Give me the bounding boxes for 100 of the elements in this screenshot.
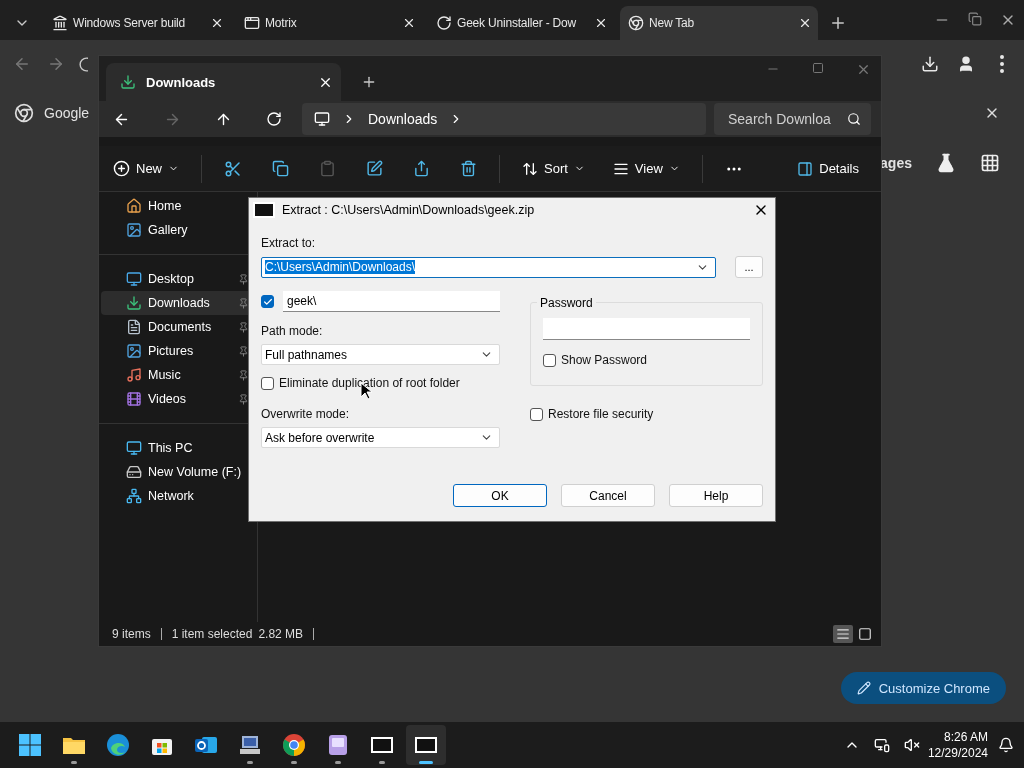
browser-logo-icon: [282, 733, 306, 757]
details-button[interactable]: Details: [797, 153, 859, 184]
taskbar-app-button[interactable]: [406, 725, 446, 765]
overwrite-mode-dropdown[interactable]: Ask before overwrite: [261, 427, 500, 448]
selection-size: 2.82 MB: [258, 627, 304, 641]
browser-tab[interactable]: Motrix: [236, 6, 422, 40]
clock-time[interactable]: 8:26 AM: [943, 729, 988, 745]
square-icon: [858, 627, 872, 641]
sidebar-item[interactable]: Music: [101, 363, 255, 387]
bookmark-label[interactable]: Google: [44, 105, 90, 121]
sidebar-item[interactable]: Network: [101, 484, 255, 508]
download-icon: [921, 55, 939, 73]
music-icon: [126, 367, 142, 383]
tab-title: Geek Uninstaller - Dow: [457, 16, 577, 30]
close-icon[interactable]: [594, 16, 608, 30]
item-count: 9 items: [112, 627, 151, 641]
view-button[interactable]: View: [612, 153, 680, 184]
plus-circle-icon: [113, 160, 130, 177]
app-icon: [326, 733, 350, 757]
checkbox[interactable]: [530, 407, 543, 421]
sidebar-item[interactable]: Home: [101, 194, 255, 218]
menu-icon: [1000, 55, 1004, 73]
checkbox[interactable]: [261, 376, 274, 390]
password-field[interactable]: [543, 318, 750, 340]
sidebar-item[interactable]: New Volume (F:): [101, 460, 255, 484]
dialog-title: Extract : C:\Users\Admin\Downloads\geek.zip: [282, 203, 536, 217]
checkbox-label: Eliminate duplication of root folder: [279, 376, 460, 390]
sidebar-item[interactable]: Pictures: [101, 339, 255, 363]
close-icon[interactable]: [798, 16, 812, 30]
checkbox[interactable]: [261, 295, 274, 308]
browse-button[interactable]: ...: [735, 256, 763, 278]
tab-title: Windows Server build: [73, 16, 187, 30]
search-icon: [847, 112, 861, 126]
download-icon: [120, 74, 136, 90]
notification-bell-icon[interactable]: [998, 737, 1014, 753]
explorer-tab[interactable]: Downloads: [106, 63, 341, 101]
image-icon: [126, 343, 142, 359]
group-label: Password: [537, 296, 596, 310]
chrome-icon: [628, 15, 644, 31]
monitor-icon: [126, 440, 142, 456]
restore-icon[interactable]: [968, 12, 982, 26]
dialog-button[interactable]: OK: [453, 484, 547, 507]
dialog-button[interactable]: Help: [669, 484, 763, 507]
copy-button[interactable]: [272, 160, 289, 177]
drive-icon: [126, 464, 142, 480]
sidebar-item[interactable]: Documents: [101, 315, 255, 339]
images-link[interactable]: ages: [880, 155, 912, 171]
apps-grid-icon[interactable]: [980, 153, 1000, 173]
checkbox-label: Show Password: [561, 353, 648, 367]
rename-button[interactable]: [366, 160, 383, 177]
sidebar-item[interactable]: Desktop: [101, 267, 255, 291]
sidebar-item[interactable]: This PC: [101, 436, 255, 460]
sidebar-item[interactable]: Gallery: [101, 218, 255, 242]
download-icon: [126, 295, 142, 311]
customize-chrome-button[interactable]: Customize Chrome: [840, 672, 1006, 704]
sidebar-item[interactable]: Videos: [101, 387, 255, 411]
volume-muted-icon[interactable]: [903, 737, 920, 753]
plus-icon: [361, 74, 377, 90]
dialog-button[interactable]: Cancel: [561, 484, 655, 507]
browser-tab[interactable]: Windows Server build: [44, 6, 230, 40]
breadcrumb-item[interactable]: Downloads: [368, 111, 438, 127]
sort-button[interactable]: Sort: [522, 153, 585, 184]
wave-logo-icon: [106, 733, 130, 757]
pencil-icon: [856, 681, 871, 695]
tab-title: New Tab: [649, 16, 696, 30]
search-field[interactable]: Search Downloa: [714, 103, 871, 135]
browser-tab[interactable]: New Tab: [620, 6, 818, 40]
selection-info: 1 item selected: [171, 627, 253, 641]
image-icon: [126, 222, 142, 238]
subfolder-field[interactable]: geek\: [283, 291, 500, 312]
flask-icon[interactable]: [936, 153, 956, 173]
film-icon: [126, 391, 142, 407]
museum-icon: [52, 15, 68, 31]
close-icon[interactable]: [210, 16, 224, 30]
cut-button[interactable]: [224, 159, 242, 178]
close-icon[interactable]: [402, 16, 416, 30]
panel-icon: [797, 160, 814, 177]
sort-icon: [522, 160, 538, 177]
windows-icon: [18, 733, 42, 757]
checkbox[interactable]: [543, 353, 556, 367]
tab-title: Downloads: [146, 74, 217, 90]
clock-date[interactable]: 12/29/2024: [927, 745, 988, 761]
field-label: Path mode:: [261, 324, 324, 338]
monitor-icon: [126, 271, 142, 287]
window-icon: [244, 15, 260, 31]
new-button[interactable]: New: [113, 153, 179, 184]
network-icon: [126, 488, 142, 504]
path-mode-dropdown[interactable]: Full pathnames: [261, 344, 500, 365]
check-icon: [262, 296, 273, 307]
address-bar[interactable]: Downloads: [302, 103, 706, 135]
refresh-button[interactable]: [266, 111, 282, 127]
network-icon[interactable]: [873, 737, 890, 753]
maximize-icon[interactable]: [812, 62, 824, 74]
browser-tab[interactable]: Geek Uninstaller - Dow: [428, 6, 614, 40]
destination-combo[interactable]: C:\Users\Admin\Downloads\: [261, 256, 716, 278]
delete-button[interactable]: [460, 160, 477, 177]
details-view-button[interactable]: [833, 625, 853, 643]
share-button[interactable]: [413, 160, 430, 177]
checkbox-label: Restore file security: [548, 407, 654, 421]
field-label: Overwrite mode:: [261, 407, 351, 421]
